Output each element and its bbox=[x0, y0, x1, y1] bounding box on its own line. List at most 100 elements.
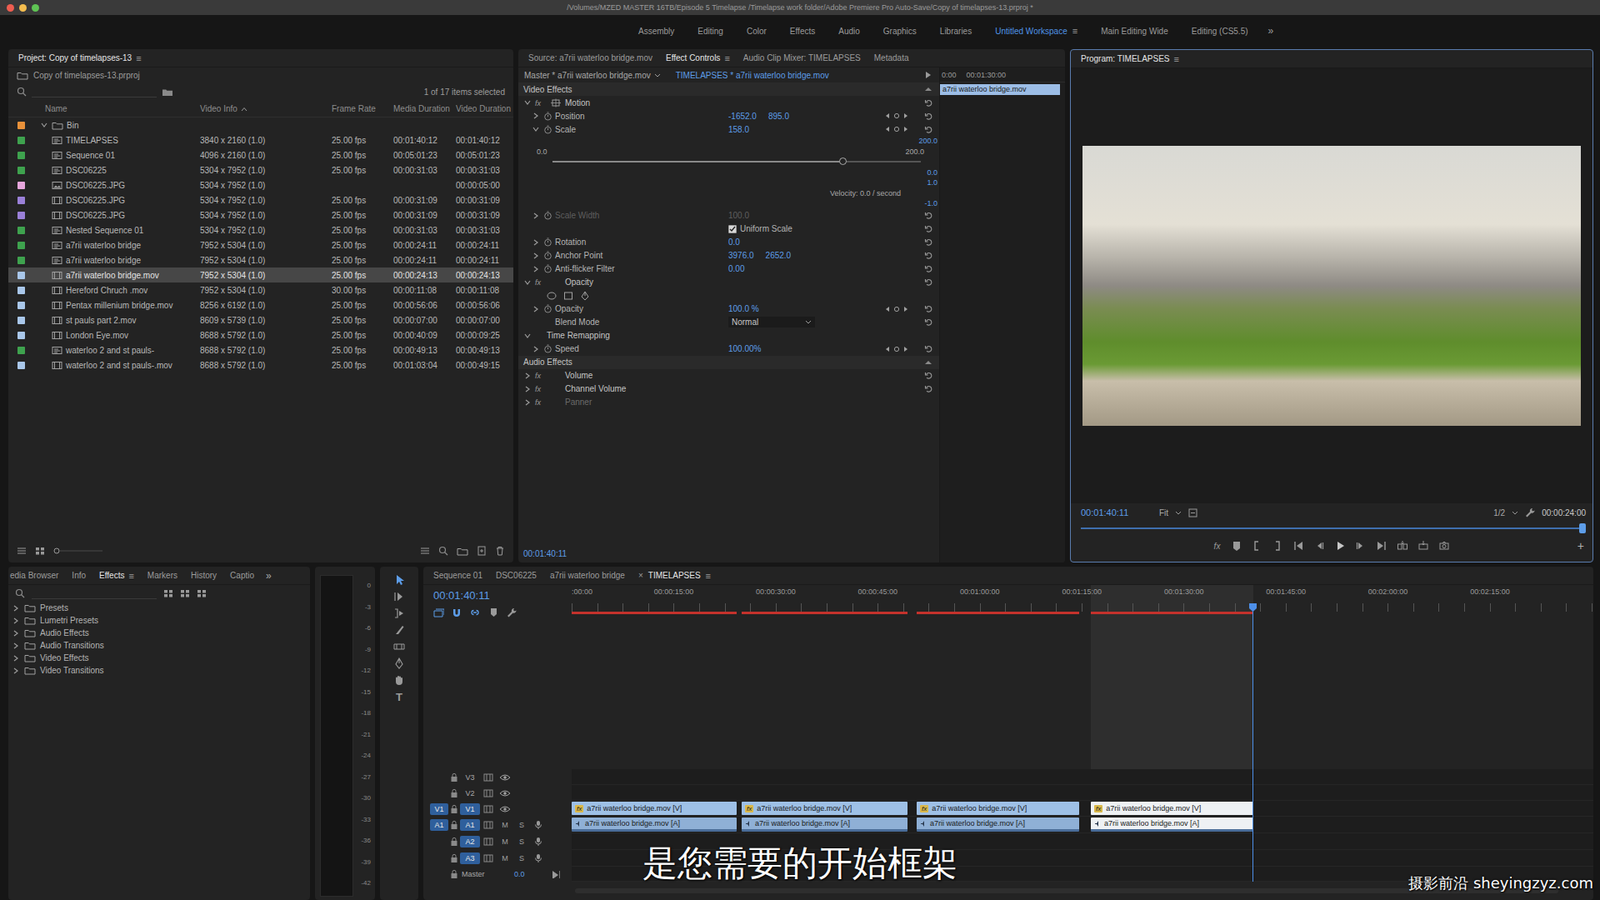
label-color-swatch[interactable] bbox=[17, 211, 25, 220]
panel-tab[interactable]: Markers bbox=[140, 566, 185, 585]
tool-button[interactable]: T bbox=[380, 688, 419, 705]
effects-folder-row[interactable]: Video Effects bbox=[8, 651, 310, 665]
column-header[interactable]: Media Duration bbox=[393, 104, 456, 114]
playhead-line[interactable] bbox=[1252, 603, 1254, 882]
tool-button[interactable] bbox=[380, 621, 419, 639]
video-clip[interactable]: fxa7rii waterloo bridge.mov [V] bbox=[916, 801, 1080, 815]
collapse-arrow-icon[interactable] bbox=[523, 278, 532, 287]
selection-tool-icon[interactable] bbox=[393, 574, 405, 586]
new-bin-icon[interactable] bbox=[456, 546, 469, 556]
bin-row[interactable]: Bin bbox=[8, 117, 514, 133]
overwrite-icon[interactable] bbox=[1418, 540, 1429, 551]
out-icon[interactable] bbox=[1272, 540, 1283, 551]
value-field[interactable]: 100.00% bbox=[728, 344, 761, 354]
reset-icon[interactable] bbox=[924, 277, 934, 287]
effects-folder-row[interactable]: Video Transitions bbox=[8, 664, 310, 677]
close-button[interactable] bbox=[6, 4, 15, 12]
scrub-playhead[interactable] bbox=[1579, 523, 1586, 534]
ellipse-mask-icon[interactable] bbox=[546, 290, 557, 301]
project-item-row[interactable]: waterloo 2 and st pauls-8688 x 5792 (1.0… bbox=[8, 342, 514, 358]
scale-slider-knob[interactable] bbox=[839, 157, 847, 165]
track-lock-icon[interactable] bbox=[450, 869, 459, 880]
panel-tab[interactable]: Effect Controls≡ bbox=[659, 49, 737, 67]
in-icon[interactable] bbox=[1251, 540, 1262, 551]
label-color-swatch[interactable] bbox=[17, 316, 25, 325]
pen-tool-icon[interactable] bbox=[393, 657, 405, 670]
effects-search-field[interactable] bbox=[31, 588, 157, 600]
audio-clip[interactable]: a7rii waterloo bridge.mov [A] bbox=[741, 817, 908, 832]
sequence-tab[interactable]: Sequence 01 bbox=[426, 566, 490, 585]
toggle-animation-stopwatch-icon[interactable] bbox=[543, 250, 553, 260]
sync-lock-icon[interactable] bbox=[483, 837, 494, 846]
panel-tab[interactable]: Captio bbox=[223, 566, 261, 585]
sync-lock-icon[interactable] bbox=[483, 854, 494, 863]
panel-menu-button[interactable]: ≡ bbox=[724, 53, 730, 64]
dropdown-arrow-icon[interactable] bbox=[654, 72, 661, 79]
collapse-arrow-icon[interactable] bbox=[531, 125, 540, 134]
expand-arrow-icon[interactable] bbox=[523, 371, 532, 380]
expand-arrow-icon[interactable] bbox=[531, 345, 540, 354]
video-clip[interactable]: fxa7rii waterloo bridge.mov [V] bbox=[571, 801, 737, 815]
value-field[interactable]: 0.0 bbox=[728, 237, 740, 247]
track-lock-icon[interactable] bbox=[450, 836, 459, 847]
project-item-row[interactable]: TIMELAPSES3840 x 2160 (1.0)25.00 fps00:0… bbox=[8, 132, 514, 148]
settings-wrench-icon[interactable] bbox=[1525, 507, 1535, 518]
reset-icon[interactable] bbox=[924, 237, 934, 247]
safe-margins-icon[interactable] bbox=[1188, 508, 1198, 518]
toggle-animation-stopwatch-icon[interactable] bbox=[543, 304, 553, 314]
source-patch[interactable] bbox=[430, 852, 449, 865]
video-clip[interactable]: fxa7rii waterloo bridge.mov [V] bbox=[1090, 801, 1254, 815]
reset-icon[interactable] bbox=[924, 344, 934, 354]
marker-toggle-icon[interactable] bbox=[488, 607, 500, 618]
label-color-swatch[interactable] bbox=[17, 196, 25, 205]
project-item-row[interactable]: Hereford Chruch .mov7952 x 5304 (1.0)30.… bbox=[8, 282, 514, 298]
value-field[interactable]: 895.0 bbox=[768, 111, 790, 121]
settings-toggle-icon[interactable] bbox=[506, 607, 518, 618]
snap-toggle-icon[interactable] bbox=[451, 607, 463, 618]
tool-button[interactable] bbox=[380, 605, 419, 622]
expand-arrow-icon[interactable] bbox=[11, 666, 20, 675]
minimize-button[interactable] bbox=[19, 4, 27, 12]
workspace-tab[interactable]: Untitled Workspace≡ bbox=[983, 15, 1090, 47]
source-patch[interactable] bbox=[430, 771, 449, 784]
reset-icon[interactable] bbox=[924, 210, 934, 220]
sort-ascending-icon[interactable] bbox=[240, 106, 248, 112]
workspace-tab[interactable]: Effects bbox=[778, 15, 827, 47]
scrub-track[interactable] bbox=[1080, 527, 1583, 530]
label-color-swatch[interactable] bbox=[17, 241, 25, 250]
transform-icon[interactable] bbox=[550, 98, 562, 108]
yuv-effects-icon[interactable] bbox=[196, 589, 207, 599]
panel-menu-button[interactable]: ≡ bbox=[705, 570, 711, 581]
fx-toggle[interactable]: fx bbox=[535, 278, 541, 287]
automate-to-sequence-icon[interactable] bbox=[420, 546, 430, 555]
fx-toggle[interactable]: fx bbox=[535, 385, 541, 394]
toggle-animation-stopwatch-icon[interactable] bbox=[543, 210, 553, 220]
source-patch[interactable]: V1 bbox=[430, 803, 449, 815]
value-field[interactable]: 0.00 bbox=[728, 264, 745, 274]
tool-button[interactable] bbox=[380, 588, 419, 605]
sync-lock-icon[interactable] bbox=[483, 773, 494, 782]
label-color-swatch[interactable] bbox=[17, 286, 25, 295]
track-select-tool-icon[interactable] bbox=[393, 590, 405, 603]
expand-arrow-icon[interactable] bbox=[523, 398, 532, 407]
expand-arrow-icon[interactable] bbox=[531, 111, 540, 120]
value-field[interactable]: 3976.0 bbox=[728, 250, 755, 260]
playhead-timecode[interactable]: 00:01:40:11 bbox=[1080, 507, 1148, 518]
go-in-icon[interactable] bbox=[1293, 540, 1304, 551]
sync-lock-icon[interactable] bbox=[483, 820, 494, 830]
workspace-tab[interactable]: Editing bbox=[685, 15, 735, 47]
reset-icon[interactable] bbox=[924, 125, 934, 135]
track-target-label[interactable]: V2 bbox=[460, 787, 480, 800]
current-timecode[interactable]: 00:01:40:11 bbox=[523, 549, 567, 559]
master-clip-label[interactable]: Master * a7rii waterloo bridge.mov bbox=[524, 70, 651, 80]
track-lock-icon[interactable] bbox=[450, 820, 459, 830]
reset-icon[interactable] bbox=[924, 370, 934, 380]
reset-icon[interactable] bbox=[924, 384, 934, 394]
project-item-row[interactable]: st pauls part 2.mov8609 x 5739 (1.0)25.0… bbox=[8, 312, 514, 328]
uniform-scale-checkbox[interactable] bbox=[728, 225, 737, 234]
toggle-animation-stopwatch-icon[interactable] bbox=[543, 344, 553, 354]
audio-clip[interactable]: a7rii waterloo bridge.mov [A] bbox=[571, 817, 737, 832]
go-out-icon[interactable] bbox=[1376, 540, 1387, 551]
ripple-tool-icon[interactable] bbox=[393, 607, 405, 620]
solo-button[interactable]: S bbox=[513, 837, 530, 846]
